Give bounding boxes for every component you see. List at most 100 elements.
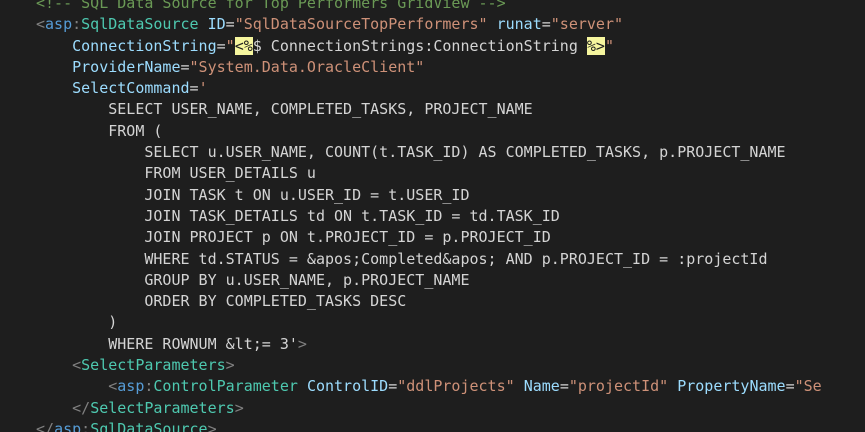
code-token: > [207,419,217,432]
code-token: = [189,79,199,98]
code-line: JOIN PROJECT p ON t.PROJECT_ID = p.PROJE… [36,227,822,248]
code-token: </ [36,419,55,432]
code-line: </SelectParameters> [36,398,822,419]
code-token: ) [108,313,118,332]
code-line: ORDER BY COMPLETED_TASKS DESC [36,291,822,312]
code-line: <SelectParameters> [36,355,822,376]
code-token: = [388,377,398,396]
code-token: <% [234,36,253,55]
code-token: ' [198,79,208,98]
code-token: JOIN TASK t ON u.USER_ID = t.USER_ID [144,185,470,204]
code-token: Name [523,377,560,396]
code-token: "System.Data.OracleClient" [189,57,425,76]
code-token: SqlDataSource [81,15,199,34]
code-token: runat [496,15,542,34]
code-token: SelectParameters [90,398,235,417]
code-token: > [297,334,307,353]
code-token: : [72,15,82,34]
code-token: $ ConnectionStrings:ConnectionString [252,36,587,55]
code-token: "Se [794,377,822,396]
code-line: JOIN TASK t ON u.USER_ID = t.USER_ID [36,185,822,206]
code-token: > [225,356,235,375]
code-line: <!-- SQL Data Source for Top Performers … [36,0,822,14]
code-line: <asp:ControlParameter ControlID="ddlProj… [36,376,822,397]
code-line: GROUP BY u.USER_NAME, p.PROJECT_NAME [36,270,822,291]
code-token: = [559,377,569,396]
code-token: < [108,377,118,396]
code-token: = [216,36,226,55]
code-token: " [225,36,235,55]
code-line: ) [36,312,822,333]
code-token: PropertyName [677,377,786,396]
code-line: WHERE td.STATUS = &apos;Completed&apos; … [36,249,822,270]
code-editor[interactable]: <!-- SQL Data Source for Top Performers … [0,0,865,432]
code-token: "server" [550,15,624,34]
code-token: "ddlProjects" [397,377,515,396]
code-token: ConnectionString [72,36,217,55]
code-token: </ [72,398,91,417]
code-line: ConnectionString="<%$ ConnectionStrings:… [36,36,822,57]
code-token: ID [207,15,226,34]
code-token: : [81,419,91,432]
code-line: <asp:SqlDataSource ID="SqlDataSourceTopP… [36,14,822,35]
code-token: "SqlDataSourceTopPerformers" [234,15,488,34]
code-token: < [72,356,82,375]
code-line: SELECT USER_NAME, COMPLETED_TASKS, PROJE… [36,99,822,120]
code-token: > [234,398,244,417]
code-line: </asp:SqlDataSource> [36,419,822,432]
code-token: FROM ( [108,121,163,140]
code-token: ProviderName [72,57,181,76]
code-token: " [604,36,614,55]
code-token: SelectParameters [81,356,226,375]
code-token: asp [54,419,82,432]
code-line: JOIN TASK_DETAILS td ON t.TASK_ID = td.T… [36,206,822,227]
code-token: WHERE ROWNUM &lt;= 3' [108,334,298,353]
code-line: FROM ( [36,121,822,142]
code-token: ORDER BY COMPLETED_TASKS DESC [144,292,407,311]
code-line: SelectCommand=' [36,78,822,99]
code-token: SELECT u.USER_NAME, COUNT(t.TASK_ID) AS … [144,143,786,162]
code-token: asp [45,15,73,34]
code-line: ProviderName="System.Data.OracleClient" [36,57,822,78]
code-token: asp [117,377,145,396]
code-token: <!-- SQL Data Source for Top Performers … [36,0,506,12]
code-token: = [541,15,551,34]
code-line: SELECT u.USER_NAME, COUNT(t.TASK_ID) AS … [36,142,822,163]
code-token: SqlDataSource [90,419,208,432]
code-content: <!-- SQL Data Source for Top Performers … [36,0,822,432]
code-token: SelectCommand [72,79,190,98]
code-line: FROM USER_DETAILS u [36,163,822,184]
code-token: FROM USER_DETAILS u [144,164,316,183]
code-token: ControlID [306,377,389,396]
code-token: = [225,15,235,34]
code-token: SELECT USER_NAME, COMPLETED_TASKS, PROJE… [108,100,533,119]
code-token: WHERE td.STATUS = &apos;Completed&apos; … [144,249,768,268]
code-token: < [36,15,46,34]
code-token: %> [586,36,605,55]
code-token: = [785,377,795,396]
code-token: "projectId" [568,377,669,396]
